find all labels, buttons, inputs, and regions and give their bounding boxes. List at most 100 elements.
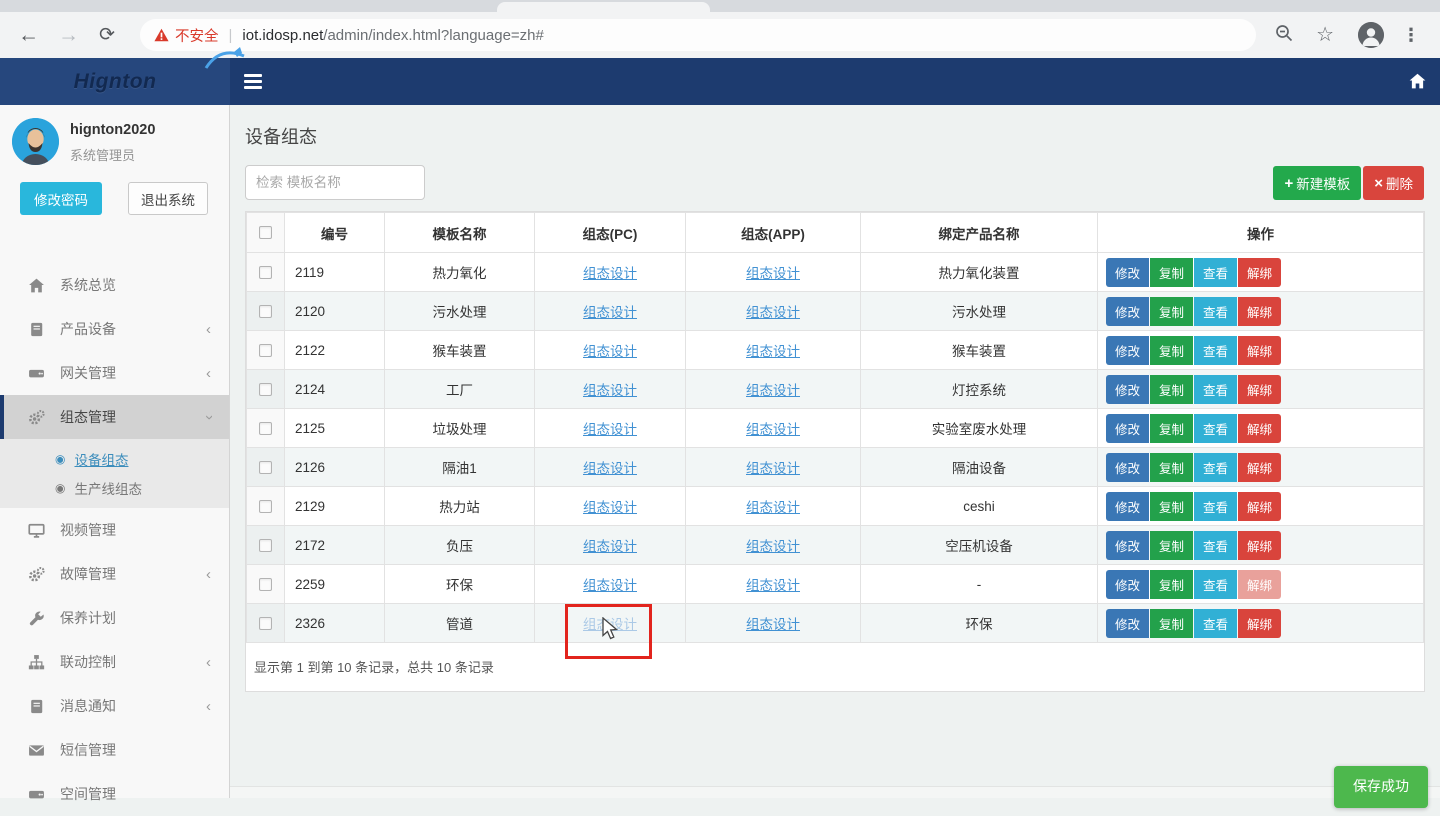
unbind-button[interactable]: 解绑 xyxy=(1238,453,1281,482)
browser-active-tab[interactable] xyxy=(497,2,710,12)
row-checkbox[interactable] xyxy=(259,500,272,513)
row-checkbox[interactable] xyxy=(259,578,272,591)
sidebar-item[interactable]: 产品设备‹ xyxy=(0,307,229,351)
row-checkbox[interactable] xyxy=(259,344,272,357)
edit-button[interactable]: 修改 xyxy=(1106,531,1149,560)
app-config-link[interactable]: 组态设计 xyxy=(746,422,800,437)
sidebar-item[interactable]: 系统总览 xyxy=(0,263,229,307)
delete-button[interactable]: ×删除 xyxy=(1363,166,1424,200)
pc-config-link[interactable]: 组态设计 xyxy=(583,266,637,281)
edit-button[interactable]: 修改 xyxy=(1106,414,1149,443)
bookmark-star-icon[interactable]: ☆ xyxy=(1316,25,1334,45)
home-icon[interactable] xyxy=(1408,72,1427,95)
app-config-link[interactable]: 组态设计 xyxy=(746,266,800,281)
browser-reload-button[interactable]: ⟳ xyxy=(99,26,115,45)
row-checkbox[interactable] xyxy=(259,617,272,630)
copy-button[interactable]: 复制 xyxy=(1150,453,1193,482)
unbind-button[interactable]: 解绑 xyxy=(1238,414,1281,443)
pc-config-link[interactable]: 组态设计 xyxy=(583,305,637,320)
app-config-link[interactable]: 组态设计 xyxy=(746,578,800,593)
logout-button[interactable]: 退出系统 xyxy=(128,182,208,215)
view-button[interactable]: 查看 xyxy=(1194,531,1237,560)
edit-button[interactable]: 修改 xyxy=(1106,492,1149,521)
sidebar-item[interactable]: 组态管理‹ xyxy=(0,395,229,439)
copy-button[interactable]: 复制 xyxy=(1150,336,1193,365)
not-secure-label[interactable]: 不安全 xyxy=(175,25,219,46)
unbind-button[interactable]: 解绑 xyxy=(1238,336,1281,365)
pc-config-link[interactable]: 组态设计 xyxy=(583,422,637,437)
unbind-button[interactable]: 解绑 xyxy=(1238,609,1281,638)
row-checkbox[interactable] xyxy=(259,539,272,552)
edit-button[interactable]: 修改 xyxy=(1106,453,1149,482)
copy-button[interactable]: 复制 xyxy=(1150,570,1193,599)
app-config-link[interactable]: 组态设计 xyxy=(746,305,800,320)
view-button[interactable]: 查看 xyxy=(1194,336,1237,365)
app-config-link[interactable]: 组态设计 xyxy=(746,617,800,632)
edit-button[interactable]: 修改 xyxy=(1106,336,1149,365)
view-button[interactable]: 查看 xyxy=(1194,492,1237,521)
sidebar-subitem[interactable]: ◉设备组态 xyxy=(0,444,229,473)
browser-menu-kebab-icon[interactable]: ⋮ xyxy=(1402,26,1420,44)
copy-button[interactable]: 复制 xyxy=(1150,531,1193,560)
app-config-link[interactable]: 组态设计 xyxy=(746,383,800,398)
view-button[interactable]: 查看 xyxy=(1194,258,1237,287)
app-config-link[interactable]: 组态设计 xyxy=(746,500,800,515)
view-button[interactable]: 查看 xyxy=(1194,570,1237,599)
edit-button[interactable]: 修改 xyxy=(1106,258,1149,287)
edit-button[interactable]: 修改 xyxy=(1106,297,1149,326)
edit-button[interactable]: 修改 xyxy=(1106,375,1149,404)
view-button[interactable]: 查看 xyxy=(1194,414,1237,443)
sidebar-item[interactable]: 消息通知‹ xyxy=(0,684,229,728)
change-password-button[interactable]: 修改密码 xyxy=(20,182,102,215)
sidebar-item[interactable]: 短信管理 xyxy=(0,728,229,772)
app-config-link[interactable]: 组态设计 xyxy=(746,344,800,359)
select-all-checkbox[interactable] xyxy=(259,226,272,239)
copy-button[interactable]: 复制 xyxy=(1150,609,1193,638)
url-text[interactable]: iot.idosp.net/admin/index.html?language=… xyxy=(242,27,543,44)
unbind-button[interactable]: 解绑 xyxy=(1238,375,1281,404)
search-input[interactable] xyxy=(245,165,425,200)
app-config-link[interactable]: 组态设计 xyxy=(746,461,800,476)
view-button[interactable]: 查看 xyxy=(1194,453,1237,482)
address-bar[interactable]: 不安全 | iot.idosp.net/admin/index.html?lan… xyxy=(140,19,1256,51)
new-template-button[interactable]: +新建模板 xyxy=(1273,166,1361,200)
sidebar-item[interactable]: 故障管理‹ xyxy=(0,552,229,596)
view-button[interactable]: 查看 xyxy=(1194,609,1237,638)
copy-button[interactable]: 复制 xyxy=(1150,258,1193,287)
browser-profile-avatar[interactable] xyxy=(1358,22,1384,48)
unbind-button[interactable]: 解绑 xyxy=(1238,492,1281,521)
unbind-button[interactable]: 解绑 xyxy=(1238,297,1281,326)
copy-button[interactable]: 复制 xyxy=(1150,297,1193,326)
sidebar-subitem[interactable]: ◉生产线组态 xyxy=(0,473,229,502)
copy-button[interactable]: 复制 xyxy=(1150,375,1193,404)
pc-config-link[interactable]: 组态设计 xyxy=(583,539,637,554)
sidebar-item[interactable]: 网关管理‹ xyxy=(0,351,229,395)
sidebar-toggle-hamburger-icon[interactable] xyxy=(244,74,262,89)
sidebar-item[interactable]: 空间管理 xyxy=(0,772,229,816)
unbind-button[interactable]: 解绑 xyxy=(1238,531,1281,560)
pc-config-link[interactable]: 组态设计 xyxy=(583,344,637,359)
pc-config-link[interactable]: 组态设计 xyxy=(583,578,637,593)
copy-button[interactable]: 复制 xyxy=(1150,492,1193,521)
edit-button[interactable]: 修改 xyxy=(1106,570,1149,599)
browser-back-button[interactable]: ← xyxy=(18,25,39,46)
sidebar-item[interactable]: 联动控制‹ xyxy=(0,640,229,684)
view-button[interactable]: 查看 xyxy=(1194,375,1237,404)
sidebar-item[interactable]: 视频管理 xyxy=(0,508,229,552)
zoom-out-icon[interactable] xyxy=(1274,23,1294,47)
row-checkbox[interactable] xyxy=(259,422,272,435)
sidebar-item[interactable]: 保养计划 xyxy=(0,596,229,640)
copy-button[interactable]: 复制 xyxy=(1150,414,1193,443)
browser-forward-button[interactable]: → xyxy=(58,25,79,46)
row-checkbox[interactable] xyxy=(259,266,272,279)
row-checkbox[interactable] xyxy=(259,305,272,318)
pc-config-link[interactable]: 组态设计 xyxy=(583,461,637,476)
pc-config-link[interactable]: 组态设计 xyxy=(583,500,637,515)
app-config-link[interactable]: 组态设计 xyxy=(746,539,800,554)
edit-button[interactable]: 修改 xyxy=(1106,609,1149,638)
pc-config-link[interactable]: 组态设计 xyxy=(583,383,637,398)
row-checkbox[interactable] xyxy=(259,461,272,474)
row-checkbox[interactable] xyxy=(259,383,272,396)
unbind-button[interactable]: 解绑 xyxy=(1238,570,1281,599)
unbind-button[interactable]: 解绑 xyxy=(1238,258,1281,287)
